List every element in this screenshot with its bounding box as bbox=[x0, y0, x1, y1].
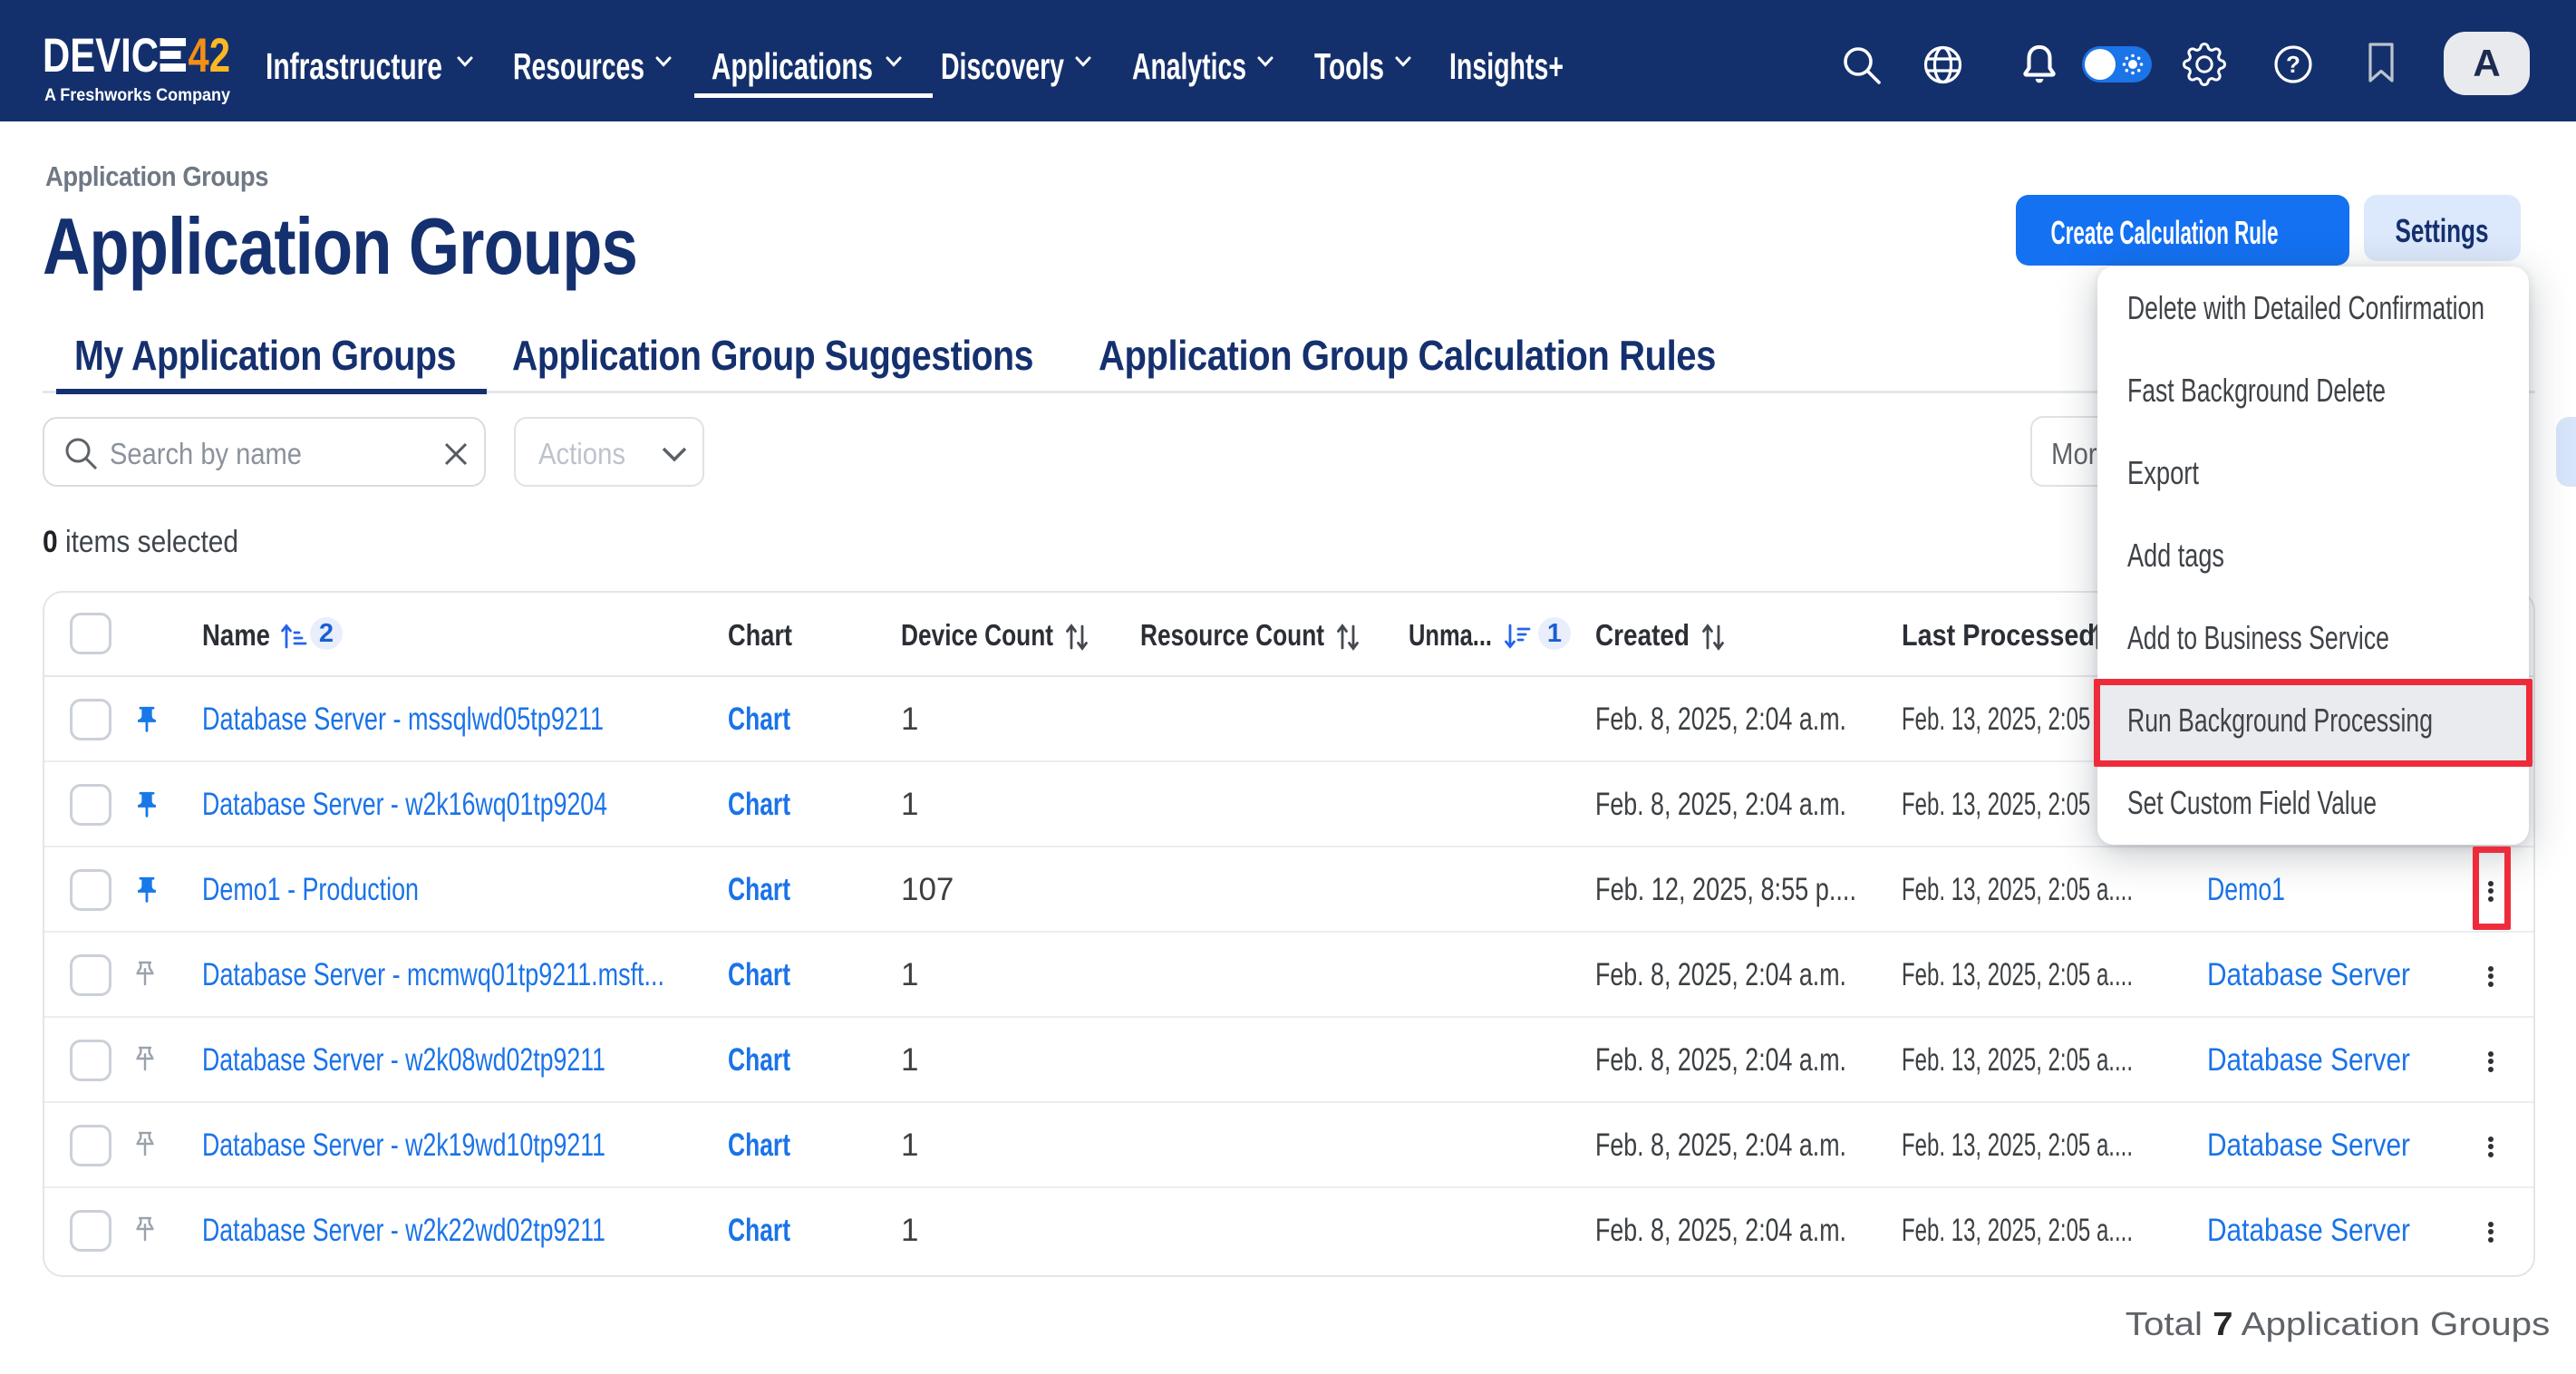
svg-text:?: ? bbox=[2286, 51, 2300, 78]
